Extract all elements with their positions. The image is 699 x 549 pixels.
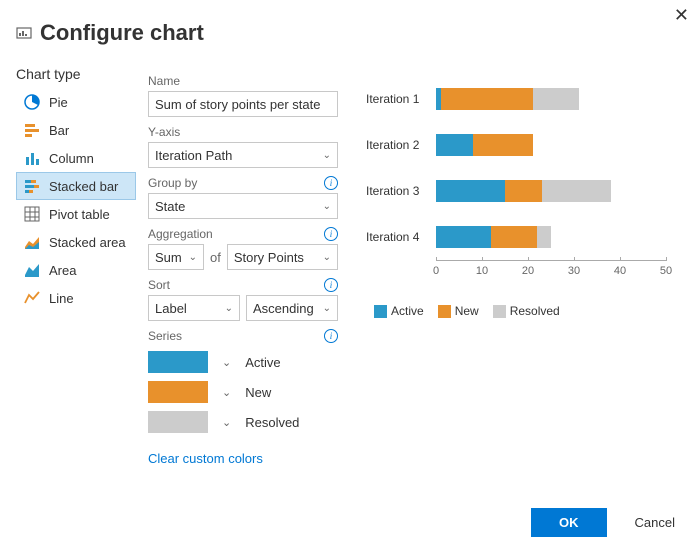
chevron-down-icon: ⌄: [225, 303, 233, 314]
bar-icon: [23, 121, 41, 139]
config-form: Name Y-axis Iteration Path ⌄ Group by i …: [136, 56, 346, 466]
chart-tick-label: 0: [433, 265, 439, 277]
chevron-down-icon: ⌄: [323, 252, 331, 263]
series-color-swatch[interactable]: [148, 381, 208, 403]
chart-bar-track: [436, 88, 679, 110]
area-icon: [23, 261, 41, 279]
chart-category-label: Iteration 1: [366, 92, 436, 106]
chart-category-label: Iteration 4: [366, 230, 436, 244]
chart-tick-label: 40: [614, 265, 626, 277]
series-name-label: Active: [245, 355, 280, 370]
aggregation-of-label: of: [210, 250, 221, 265]
chart-type-stacked-bar[interactable]: Stacked bar: [16, 172, 136, 200]
chart-bar-segment: [542, 180, 611, 202]
chart-bar-segment: [491, 226, 537, 248]
dialog-title: Configure chart: [40, 20, 204, 46]
chart-type-pie[interactable]: Pie: [16, 88, 136, 116]
chevron-down-icon[interactable]: ⌄: [222, 356, 231, 369]
legend-item: New: [438, 304, 479, 318]
yaxis-label: Y-axis: [148, 125, 338, 139]
chart-bar-segment: [436, 134, 473, 156]
series-name-label: New: [245, 385, 271, 400]
clear-custom-colors-link[interactable]: Clear custom colors: [148, 451, 263, 466]
chevron-down-icon: ⌄: [323, 303, 331, 314]
series-color-swatch[interactable]: [148, 411, 208, 433]
line-icon: [23, 289, 41, 307]
chevron-down-icon[interactable]: ⌄: [222, 416, 231, 429]
series-item: ⌄ Resolved: [148, 411, 338, 433]
aggregation-label: Aggregation: [148, 227, 213, 241]
chart-config-icon: [16, 25, 32, 41]
chevron-down-icon: ⌄: [323, 201, 331, 212]
dialog-footer: OK Cancel: [531, 508, 679, 537]
pivot-table-icon: [23, 205, 41, 223]
chart-bar-segment: [473, 134, 533, 156]
yaxis-select[interactable]: Iteration Path ⌄: [148, 142, 338, 168]
chart-type-bar[interactable]: Bar: [16, 116, 136, 144]
chart-bar-row: Iteration 1: [366, 76, 679, 122]
chart-bar-segment: [537, 226, 551, 248]
chart-type-area[interactable]: Area: [16, 256, 136, 284]
chart-type-header: Chart type: [16, 66, 136, 82]
chart-bar-segment: [533, 88, 579, 110]
series-color-swatch[interactable]: [148, 351, 208, 373]
sort-label: Sort: [148, 278, 170, 292]
chart-x-axis: 01020304050: [436, 260, 666, 282]
legend-item: Resolved: [493, 304, 560, 318]
aggregation-fn-select[interactable]: Sum ⌄: [148, 244, 204, 270]
chart-type-column[interactable]: Column: [16, 144, 136, 172]
chart-bar-segment: [505, 180, 542, 202]
series-item: ⌄ Active: [148, 351, 338, 373]
info-icon[interactable]: i: [324, 227, 338, 241]
chart-type-stacked-area[interactable]: Stacked area: [16, 228, 136, 256]
chart-type-line[interactable]: Line: [16, 284, 136, 312]
pie-icon: [23, 93, 41, 111]
chart-bar-segment: [436, 226, 491, 248]
chevron-down-icon[interactable]: ⌄: [222, 386, 231, 399]
groupby-select[interactable]: State ⌄: [148, 193, 338, 219]
series-name-label: Resolved: [245, 415, 299, 430]
chart-bar-row: Iteration 3: [366, 168, 679, 214]
chart-bar-segment: [436, 180, 505, 202]
chart-bar-track: [436, 134, 679, 156]
chart-bar-row: Iteration 2: [366, 122, 679, 168]
chart-preview: Iteration 1 Iteration 2 Iteration 3 Iterati…: [346, 56, 683, 466]
chart-bar-segment: [441, 88, 533, 110]
series-item: ⌄ New: [148, 381, 338, 403]
close-icon[interactable]: ✕: [674, 6, 689, 24]
chart-category-label: Iteration 3: [366, 184, 436, 198]
name-label: Name: [148, 74, 338, 88]
cancel-button[interactable]: Cancel: [631, 509, 679, 536]
info-icon[interactable]: i: [324, 176, 338, 190]
chart-type-panel: Chart type Pie Bar Column Stacked bar Pi…: [16, 56, 136, 466]
chevron-down-icon: ⌄: [189, 252, 197, 263]
chart-tick-label: 20: [522, 265, 534, 277]
chart-tick-label: 10: [476, 265, 488, 277]
aggregation-field-select[interactable]: Story Points ⌄: [227, 244, 338, 270]
dialog-header: Configure chart: [0, 0, 699, 56]
chart-bar-track: [436, 180, 679, 202]
chevron-down-icon: ⌄: [323, 150, 331, 161]
stacked-area-icon: [23, 233, 41, 251]
info-icon[interactable]: i: [324, 329, 338, 343]
groupby-label: Group by: [148, 176, 197, 190]
ok-button[interactable]: OK: [531, 508, 607, 537]
sort-field-select[interactable]: Label ⌄: [148, 295, 240, 321]
name-input[interactable]: [148, 91, 338, 117]
chart-bar-track: [436, 226, 679, 248]
column-icon: [23, 149, 41, 167]
chart-legend: Active New Resolved: [374, 304, 679, 318]
info-icon[interactable]: i: [324, 278, 338, 292]
stacked-bar-icon: [23, 177, 41, 195]
series-label: Series: [148, 329, 182, 343]
chart-tick-label: 50: [660, 265, 672, 277]
chart-category-label: Iteration 2: [366, 138, 436, 152]
chart-bar-row: Iteration 4: [366, 214, 679, 260]
legend-item: Active: [374, 304, 424, 318]
chart-type-pivot-table[interactable]: Pivot table: [16, 200, 136, 228]
sort-dir-select[interactable]: Ascending ⌄: [246, 295, 338, 321]
chart-tick-label: 30: [568, 265, 580, 277]
